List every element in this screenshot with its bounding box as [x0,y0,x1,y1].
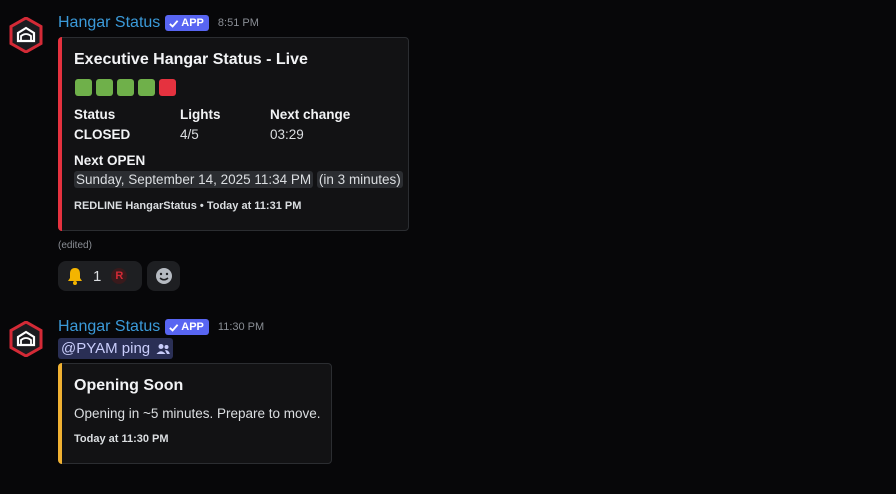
status-embed: Executive Hangar Status - Live Status CL… [58,37,409,231]
next-open-date[interactable]: Sunday, September 14, 2025 11:34 PM [74,171,314,188]
light-5 [159,79,176,96]
field-status-name: Status [74,107,116,122]
opening-soon-embed: Opening Soon Opening in ~5 minutes. Prep… [58,363,332,464]
embed-footer: Today at 11:30 PM [74,433,169,445]
avatar[interactable] [9,321,43,357]
timestamp[interactable]: 8:51 PM [218,17,259,29]
mention-text: @PYAM ping [61,340,151,357]
field-next-open-value: Sunday, September 14, 2025 11:34 PM (in … [74,171,403,188]
app-badge: APP [165,319,209,335]
app-badge-label: APP [181,17,204,29]
add-reaction-button[interactable] [147,261,180,291]
field-lights-name: Lights [180,107,221,122]
edited-label: (edited) [58,240,92,251]
embed-title: Opening Soon [74,377,184,394]
light-1 [75,79,92,96]
field-next-change-name: Next change [270,107,351,122]
next-open-relative[interactable]: (in 3 minutes) [316,171,403,188]
embed-title: Executive Hangar Status - Live [74,51,308,68]
members-icon [156,343,170,354]
message-header: Hangar Status APP 11:30 PM [58,318,264,336]
message-header: Hangar Status APP 8:51 PM [58,14,259,32]
timestamp[interactable]: 11:30 PM [218,321,264,333]
field-status-value: CLOSED [74,127,131,142]
reaction-bell[interactable]: 1 R [58,261,142,291]
light-3 [117,79,134,96]
reaction-count: 1 [93,267,102,285]
app-badge: APP [165,15,209,31]
embed-footer: REDLINE HangarStatus • Today at 11:31 PM [74,200,302,212]
embed-accent-bar [58,37,62,231]
check-icon [169,323,179,332]
bell-emoji-icon [68,268,82,285]
embed-accent-bar [58,363,62,464]
avatar[interactable] [9,17,43,53]
app-badge-label: APP [181,321,204,333]
light-4 [138,79,155,96]
author-name[interactable]: Hangar Status [58,14,160,32]
light-2 [96,79,113,96]
role-mention[interactable]: @PYAM ping [58,338,174,359]
reactor-avatar: R [111,268,128,284]
embed-description: Opening in ~5 minutes. Prepare to move. [74,406,321,421]
field-next-open-name: Next OPEN [74,153,146,168]
field-lights-value: 4/5 [180,127,199,142]
field-next-change-value: 03:29 [270,127,304,142]
author-name[interactable]: Hangar Status [58,318,160,336]
next-open-relative-text: in 3 minutes [323,172,397,187]
add-reaction-icon [155,268,172,284]
check-icon [169,19,179,28]
